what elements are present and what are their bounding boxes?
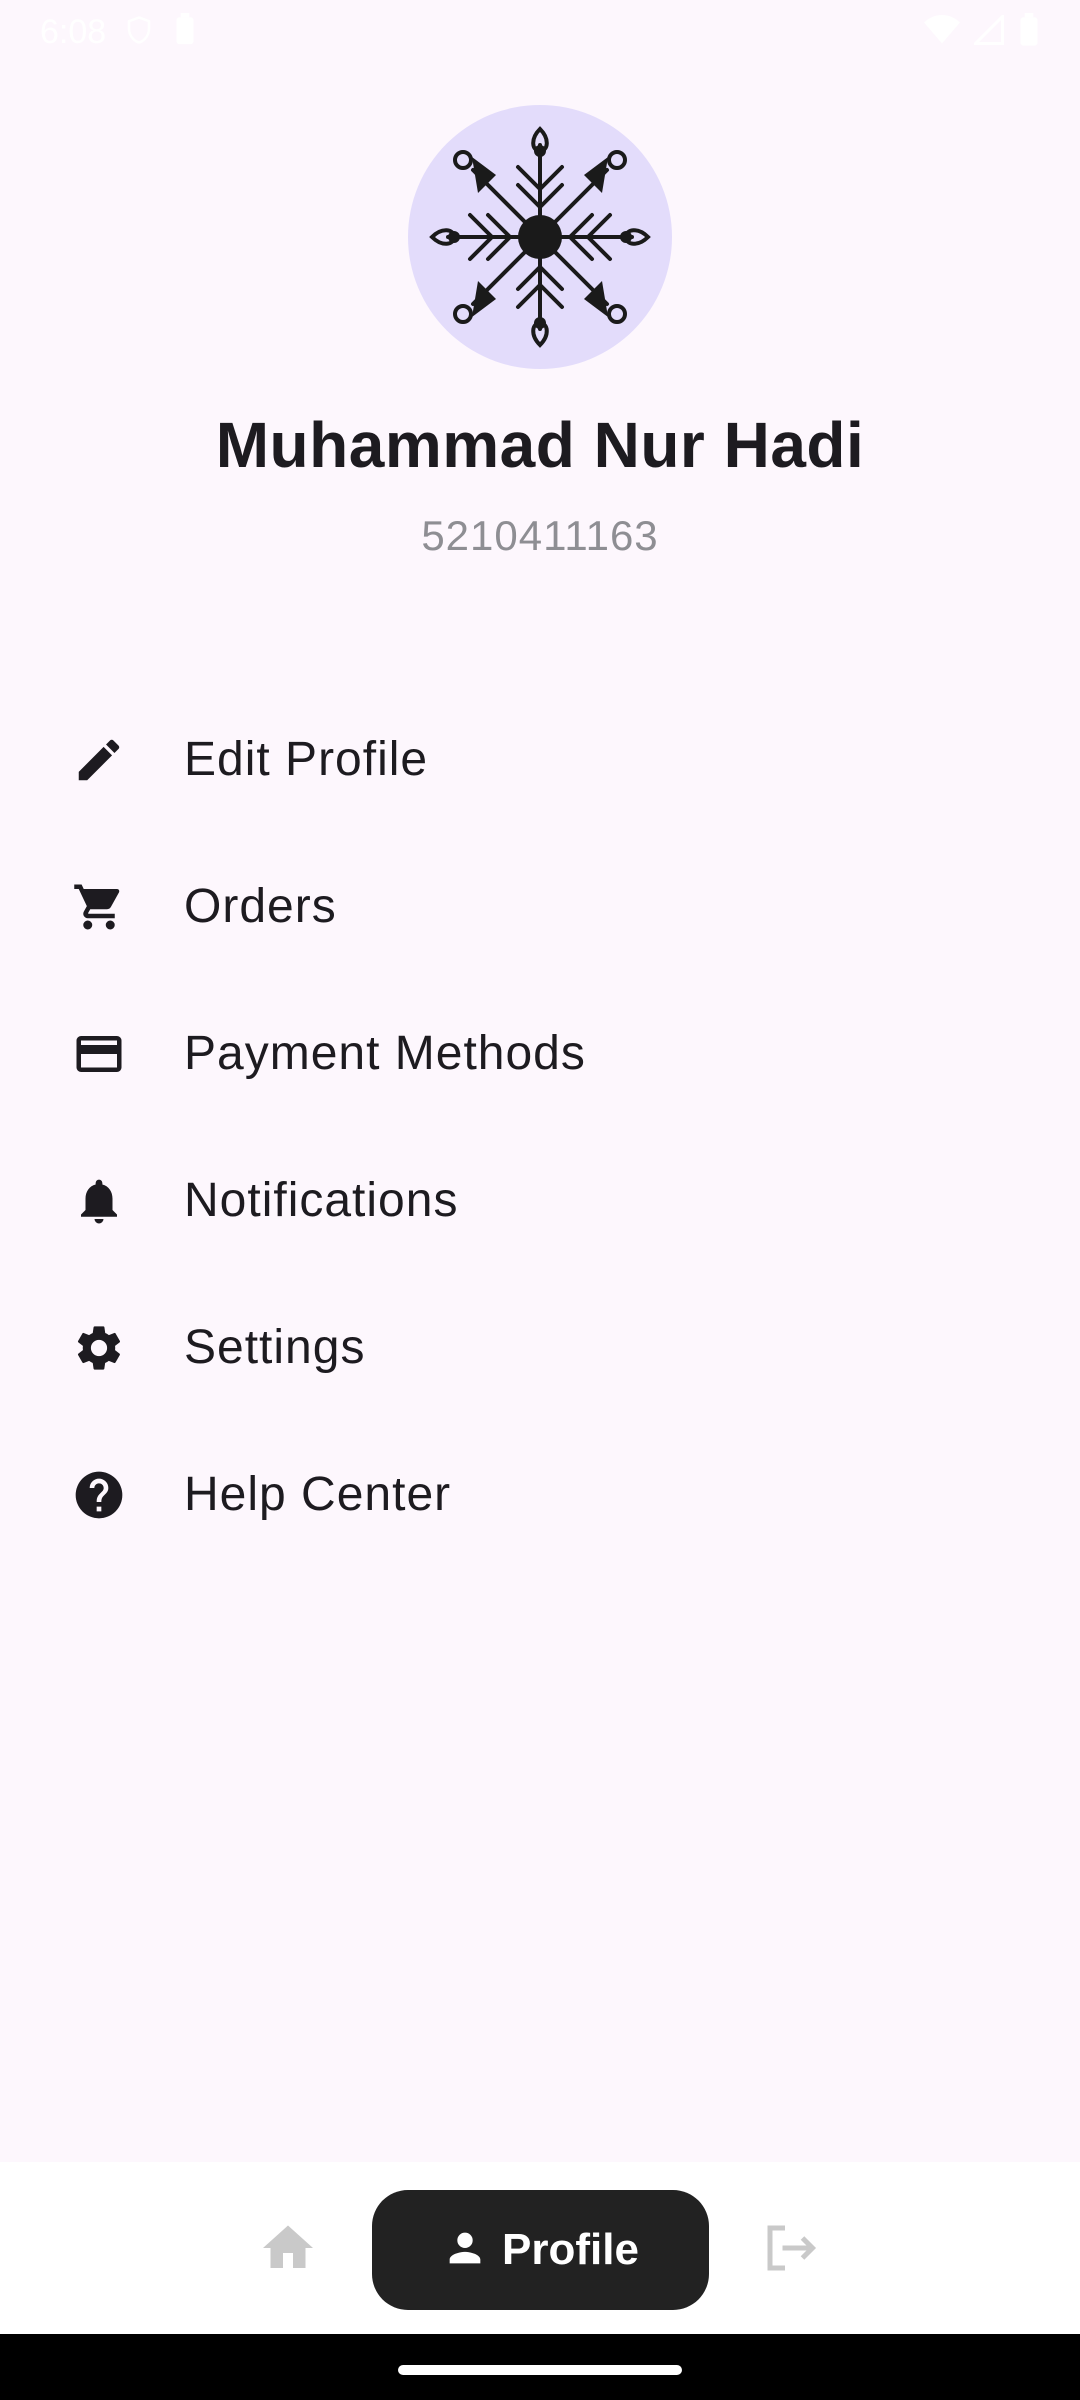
- logout-icon[interactable]: [760, 2218, 820, 2278]
- status-bar: 6:08: [0, 0, 1080, 64]
- profile-name: Muhammad Nur Hadi: [215, 409, 865, 481]
- menu-item-label: Notifications: [184, 1174, 459, 1227]
- menu-item-label: Settings: [184, 1321, 366, 1374]
- person-icon: [442, 2225, 488, 2276]
- battery-icon: [1018, 12, 1040, 52]
- bottom-nav: Profile: [0, 2162, 1080, 2334]
- menu-item-notifications[interactable]: Notifications: [0, 1127, 1080, 1274]
- help-icon: [70, 1466, 128, 1524]
- profile-tab-label: Profile: [502, 2225, 639, 2274]
- menu-item-label: Edit Profile: [184, 733, 429, 786]
- menu-item-label: Payment Methods: [184, 1027, 586, 1080]
- menu-item-edit-profile[interactable]: Edit Profile: [0, 686, 1080, 833]
- credit-card-icon: [70, 1025, 128, 1083]
- profile-id: 5210411163: [421, 512, 659, 559]
- signal-icon: [971, 12, 1004, 50]
- gear-icon: [70, 1319, 128, 1377]
- wifi-icon: [924, 14, 960, 50]
- status-right: [924, 12, 1040, 52]
- cart-icon: [70, 878, 128, 936]
- snowflake-ornament-icon: [429, 126, 651, 348]
- bell-icon: [70, 1172, 128, 1230]
- home-icon[interactable]: [258, 2218, 318, 2278]
- shield-icon: [124, 13, 154, 52]
- menu-item-help-center[interactable]: Help Center: [0, 1421, 1080, 1568]
- battery-saver-icon: [172, 12, 198, 52]
- menu-item-orders[interactable]: Orders: [0, 833, 1080, 980]
- menu-item-label: Orders: [184, 880, 337, 933]
- profile-menu: Edit Profile Orders Payment Methods Noti…: [0, 686, 1080, 1568]
- menu-item-payment-methods[interactable]: Payment Methods: [0, 980, 1080, 1127]
- menu-item-settings[interactable]: Settings: [0, 1274, 1080, 1421]
- avatar: [408, 105, 672, 369]
- profile-tab-button[interactable]: Profile: [372, 2190, 709, 2310]
- edit-icon: [70, 731, 128, 789]
- menu-item-label: Help Center: [184, 1468, 452, 1521]
- gesture-handle[interactable]: [398, 2365, 682, 2375]
- status-left: 6:08: [40, 12, 198, 52]
- gesture-bar: [0, 2334, 1080, 2400]
- status-time: 6:08: [40, 12, 107, 51]
